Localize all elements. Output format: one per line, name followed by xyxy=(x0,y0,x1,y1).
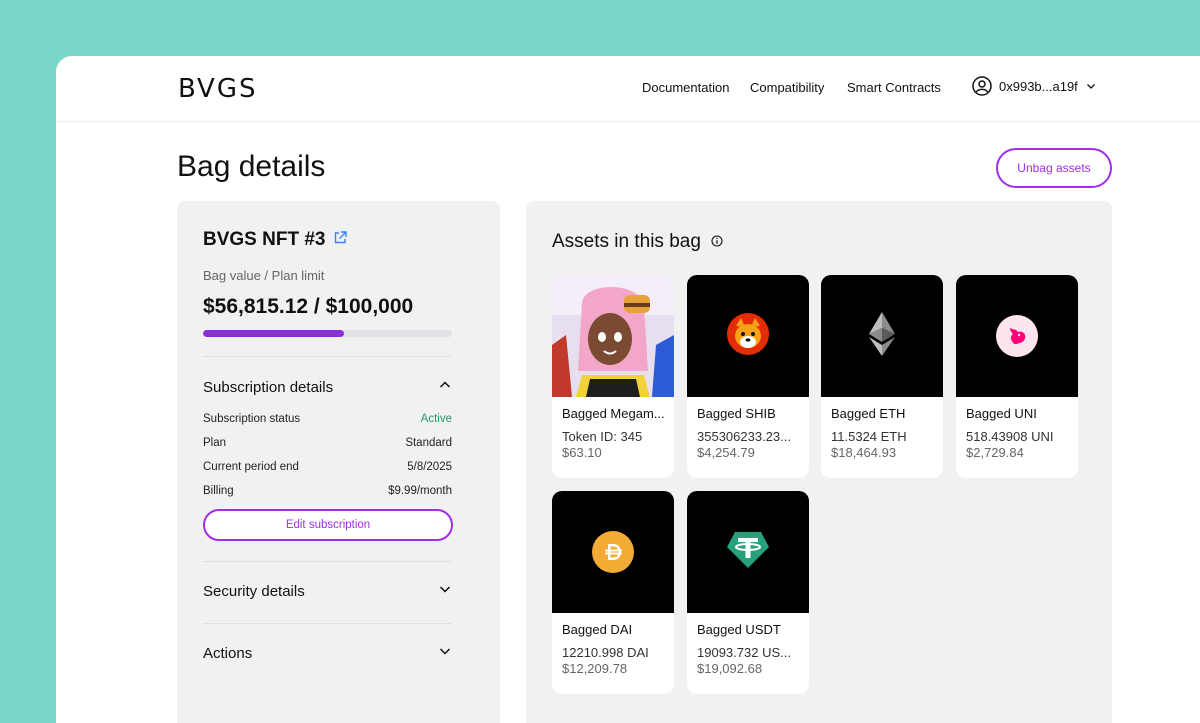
asset-name: Bagged DAI xyxy=(562,622,633,637)
asset-name: Bagged UNI xyxy=(966,406,1037,421)
divider xyxy=(203,623,452,624)
assets-panel: Assets in this bag Bagged Megam... Token… xyxy=(526,201,1112,723)
nft-title-row: BVGS NFT #3 xyxy=(203,229,348,251)
divider xyxy=(203,356,452,357)
nav-compatibility[interactable]: Compatibility xyxy=(750,80,824,95)
plan-usage-progress-bar xyxy=(203,330,452,337)
asset-image xyxy=(956,275,1078,397)
nav-smart-contracts[interactable]: Smart Contracts xyxy=(847,80,941,95)
user-account-icon xyxy=(972,76,992,96)
assets-title-row: Assets in this bag xyxy=(552,231,723,253)
chevron-up-icon xyxy=(438,378,452,396)
bag-value: $56,815.12 / $100,000 xyxy=(203,295,414,318)
asset-name: Bagged ETH xyxy=(831,406,906,421)
period-end-row: Current period end 5/8/2025 xyxy=(203,461,452,473)
asset-usd-value: $4,254.79 xyxy=(697,445,755,460)
subscription-details-title: Subscription details xyxy=(203,378,334,396)
bag-info-panel: BVGS NFT #3 Bag value / Plan limit $56,8… xyxy=(177,201,500,723)
shib-icon xyxy=(726,312,770,361)
row-label: Current period end xyxy=(203,461,299,473)
nav-documentation[interactable]: Documentation xyxy=(642,80,729,95)
nft-title: BVGS NFT #3 xyxy=(203,229,326,250)
asset-usd-value: $2,729.84 xyxy=(966,445,1024,460)
nft-artwork-image xyxy=(552,275,674,397)
chevron-down-icon xyxy=(438,582,452,600)
wallet-menu-button[interactable]: 0x993b...a19f xyxy=(972,76,1097,96)
asset-amount: 11.5324 ETH xyxy=(831,429,907,444)
chevron-down-icon xyxy=(1085,80,1097,92)
asset-card-dai[interactable]: Bagged DAI 12210.998 DAI $12,209.78 xyxy=(552,491,674,694)
billing-row: Billing $9.99/month xyxy=(203,485,452,497)
divider xyxy=(203,561,452,562)
asset-usd-value: $63.10 xyxy=(562,445,602,460)
usdt-icon xyxy=(726,530,770,575)
asset-image xyxy=(687,491,809,613)
brand-logo[interactable]: BVGS xyxy=(178,74,257,104)
security-details-toggle[interactable]: Security details xyxy=(203,579,452,603)
edit-subscription-button[interactable]: Edit subscription xyxy=(203,509,453,541)
top-navigation-bar: BVGS Documentation Compatibility Smart C… xyxy=(56,56,1200,122)
wallet-address: 0x993b...a19f xyxy=(999,78,1078,94)
asset-amount: 355306233.23... xyxy=(697,429,791,444)
security-details-title: Security details xyxy=(203,582,305,600)
asset-amount: 12210.998 DAI xyxy=(562,645,649,660)
subscription-status-row: Subscription status Active xyxy=(203,413,452,425)
eth-icon xyxy=(868,311,896,361)
asset-image xyxy=(552,491,674,613)
asset-card-eth[interactable]: Bagged ETH 11.5324 ETH $18,464.93 xyxy=(821,275,943,478)
row-label: Plan xyxy=(203,437,227,449)
page-title: Bag details xyxy=(177,150,326,183)
chevron-down-icon xyxy=(438,644,452,662)
asset-card-usdt[interactable]: Bagged USDT 19093.732 US... $19,092.68 xyxy=(687,491,809,694)
row-value: $9.99/month xyxy=(388,485,452,497)
asset-amount: Token ID: 345 xyxy=(562,429,643,444)
external-link-icon[interactable] xyxy=(333,229,348,251)
asset-card-uni[interactable]: Bagged UNI 518.43908 UNI $2,729.84 xyxy=(956,275,1078,478)
bag-value-label: Bag value / Plan limit xyxy=(203,268,325,283)
app-window: BVGS Documentation Compatibility Smart C… xyxy=(56,56,1200,723)
row-label: Billing xyxy=(203,485,234,497)
row-value: Standard xyxy=(405,437,452,449)
actions-toggle[interactable]: Actions xyxy=(203,641,452,665)
unbag-assets-button[interactable]: Unbag assets xyxy=(996,148,1112,188)
asset-amount: 19093.732 US... xyxy=(697,645,791,660)
info-icon[interactable] xyxy=(711,231,723,253)
uni-icon xyxy=(996,315,1038,357)
actions-title: Actions xyxy=(203,644,253,662)
assets-title: Assets in this bag xyxy=(552,231,701,252)
subscription-details-toggle[interactable]: Subscription details xyxy=(203,375,452,399)
asset-image xyxy=(687,275,809,397)
row-label: Subscription status xyxy=(203,413,301,425)
asset-card-megam[interactable]: Bagged Megam... Token ID: 345 $63.10 xyxy=(552,275,674,478)
asset-usd-value: $12,209.78 xyxy=(562,661,628,676)
asset-amount: 518.43908 UNI xyxy=(966,429,1054,444)
dai-icon xyxy=(592,531,634,573)
status-badge: Active xyxy=(420,413,452,425)
asset-name: Bagged SHIB xyxy=(697,406,776,421)
asset-name: Bagged USDT xyxy=(697,622,781,637)
asset-usd-value: $18,464.93 xyxy=(831,445,897,460)
row-value: 5/8/2025 xyxy=(407,461,452,473)
plan-row: Plan Standard xyxy=(203,437,452,449)
asset-image xyxy=(821,275,943,397)
asset-name: Bagged Megam... xyxy=(562,406,665,421)
asset-card-shib[interactable]: Bagged SHIB 355306233.23... $4,254.79 xyxy=(687,275,809,478)
asset-usd-value: $19,092.68 xyxy=(697,661,763,676)
progress-fill xyxy=(203,330,345,337)
